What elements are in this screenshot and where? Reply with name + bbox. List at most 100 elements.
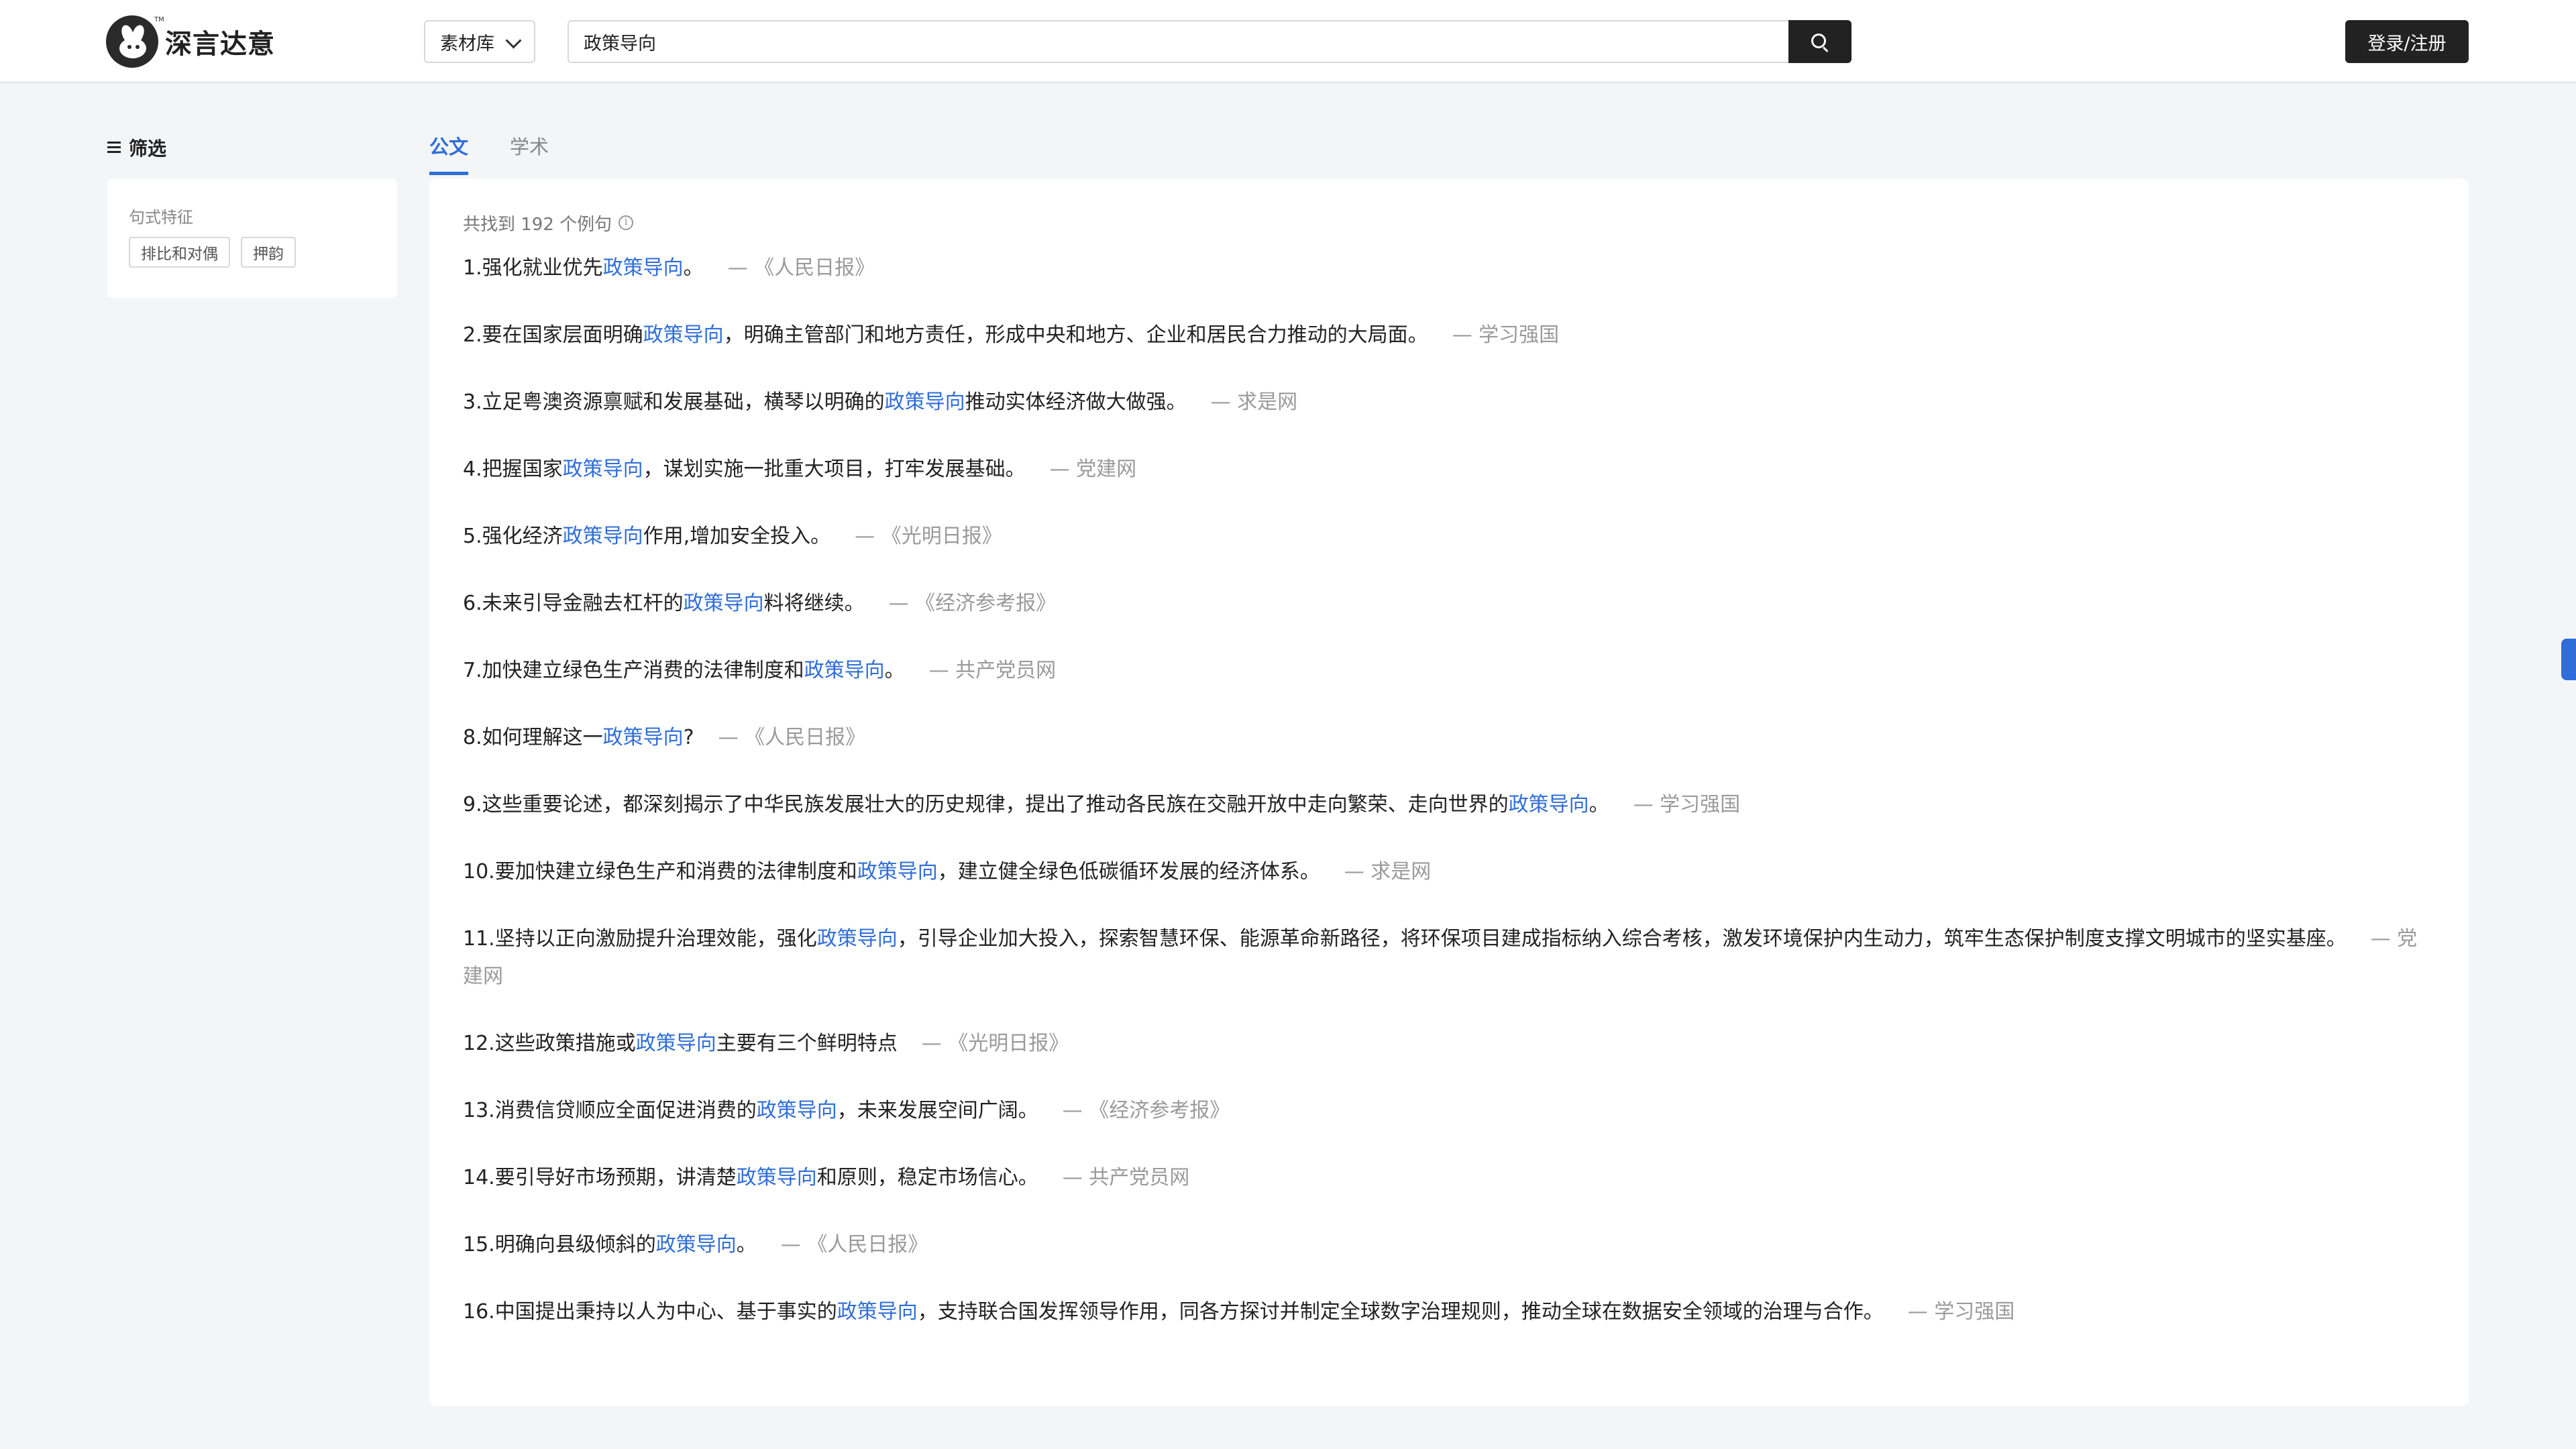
- list-item[interactable]: 9.这些重要论述，都深刻揭示了中华民族发展壮大的历史规律，提出了推动各民族在交融…: [463, 786, 2435, 824]
- result-keyword-highlight[interactable]: 政策导向: [603, 256, 684, 280]
- list-item[interactable]: 1.强化就业优先政策导向。 — 《人民日报》: [463, 250, 2435, 287]
- result-text-after: ，引导企业加大投入，探索智慧环保、能源革命新路径，将环保项目建成指标纳入综合考核…: [897, 927, 2347, 951]
- result-source[interactable]: — 《经济参考报》: [889, 592, 1057, 615]
- filter-panel: 句式特征 排比和对偶 押韵: [107, 178, 397, 298]
- result-keyword-highlight[interactable]: 政策导向: [757, 1099, 837, 1122]
- list-item[interactable]: 15.明确向县级倾斜的政策导向。 — 《人民日报》: [463, 1226, 2435, 1264]
- result-source[interactable]: — 党建网: [1050, 458, 1137, 481]
- result-count: 共找到 192 个例句: [463, 211, 2435, 235]
- filter-title: 筛选: [107, 134, 166, 161]
- result-text-before: 立足粤澳资源禀赋和发展基础，横琴以明确的: [482, 390, 885, 414]
- filter-group-label: 句式特征: [129, 208, 193, 227]
- result-source[interactable]: — 《光明日报》: [855, 525, 1002, 548]
- result-keyword-highlight[interactable]: 政策导向: [636, 1032, 716, 1055]
- result-number: 10.: [463, 860, 495, 883]
- result-source[interactable]: — 共产党员网: [929, 659, 1057, 682]
- result-text-before: 要加快建立绿色生产和消费的法律制度和: [494, 860, 857, 883]
- result-source[interactable]: — 共产党员网: [1063, 1166, 1190, 1189]
- result-number: 6.: [463, 592, 482, 615]
- result-source[interactable]: — 求是网: [1211, 390, 1298, 414]
- list-item[interactable]: 12.这些政策措施或政策导向主要有三个鲜明特点 — 《光明日报》: [463, 1025, 2435, 1063]
- result-text-after: ，谋划实施一批重大项目，打牢发展基础。: [643, 458, 1026, 481]
- result-text-before: 坚持以正向激励提升治理效能，强化: [494, 927, 817, 951]
- result-keyword-highlight[interactable]: 政策导向: [885, 390, 965, 414]
- result-number: 8.: [463, 726, 482, 749]
- filter-tag-rhyme[interactable]: 押韵: [241, 237, 296, 268]
- category-tabs: 公文 学术: [429, 131, 549, 175]
- result-text-before: 加快建立绿色生产消费的法律制度和: [482, 659, 804, 682]
- list-item[interactable]: 6.未来引导金融去杠杆的政策导向料将继续。 — 《经济参考报》: [463, 585, 2435, 623]
- result-count-text: 共找到 192 个例句: [463, 214, 612, 235]
- result-keyword-highlight[interactable]: 政策导向: [656, 1233, 737, 1256]
- result-text-after: 。: [736, 1233, 757, 1256]
- result-keyword-highlight[interactable]: 政策导向: [837, 1300, 918, 1324]
- result-number: 13.: [463, 1099, 495, 1122]
- result-source[interactable]: — 《经济参考报》: [1063, 1099, 1230, 1122]
- result-source[interactable]: — 学习强国: [1452, 323, 1560, 347]
- result-text-before: 中国提出秉持以人为中心、基于事实的: [494, 1300, 837, 1324]
- trademark-mark: TM: [154, 16, 164, 23]
- result-keyword-highlight[interactable]: 政策导向: [563, 458, 643, 481]
- result-number: 1.: [463, 256, 482, 280]
- result-keyword-highlight[interactable]: 政策导向: [603, 726, 684, 749]
- result-text-after: 主要有三个鲜明特点: [716, 1032, 898, 1055]
- result-text-after: ，建立健全绿色低碳循环发展的经济体系。: [937, 860, 1320, 883]
- list-item[interactable]: 4.把握国家政策导向，谋划实施一批重大项目，打牢发展基础。 — 党建网: [463, 451, 2435, 488]
- list-item[interactable]: 5.强化经济政策导向作用,增加安全投入。 — 《光明日报》: [463, 518, 2435, 555]
- category-select-value: 素材库: [440, 33, 494, 54]
- result-keyword-highlight[interactable]: 政策导向: [817, 927, 898, 951]
- result-text-after: ，未来发展空间广阔。: [837, 1099, 1038, 1122]
- tab-official-documents[interactable]: 公文: [429, 131, 469, 175]
- result-number: 2.: [463, 323, 482, 347]
- result-source[interactable]: — 《人民日报》: [781, 1233, 928, 1256]
- info-icon[interactable]: [619, 215, 634, 230]
- result-source[interactable]: — 《人民日报》: [728, 256, 875, 280]
- result-text-after: 作用,增加安全投入。: [643, 525, 831, 548]
- result-text-after: 。: [884, 659, 905, 682]
- result-keyword-highlight[interactable]: 政策导向: [857, 860, 938, 883]
- filter-tags: 排比和对偶 押韵: [129, 237, 376, 268]
- result-text-before: 把握国家: [482, 458, 563, 481]
- result-text-after: 。: [1589, 793, 1609, 816]
- filter-tag-parallelism[interactable]: 排比和对偶: [129, 237, 230, 268]
- login-register-button[interactable]: 登录/注册: [2345, 20, 2469, 63]
- result-number: 12.: [463, 1032, 495, 1055]
- results-panel: 共找到 192 个例句 1.强化就业优先政策导向。— 《人民日报》 2.要在国家层…: [429, 178, 2469, 1406]
- result-source[interactable]: — 学习强国: [1908, 1300, 2015, 1324]
- result-keyword-highlight[interactable]: 政策导向: [737, 1166, 817, 1189]
- result-text-after: 推动实体经济做大做强。: [965, 390, 1187, 414]
- result-number: 7.: [463, 659, 482, 682]
- list-item[interactable]: 16.中国提出秉持以人为中心、基于事实的政策导向，支持联合国发挥领导作用，同各方…: [463, 1293, 2435, 1331]
- result-source[interactable]: — 求是网: [1344, 860, 1432, 883]
- result-source[interactable]: — 学习强国: [1633, 793, 1741, 816]
- list-item[interactable]: 13.消费信贷顺应全面促进消费的政策导向，未来发展空间广阔。 — 《经济参考报》: [463, 1092, 2435, 1130]
- category-select[interactable]: 素材库: [424, 20, 535, 63]
- list-item[interactable]: 8.如何理解这一政策导向? — 《人民日报》: [463, 719, 2435, 757]
- result-text-before: 未来引导金融去杠杆的: [482, 592, 684, 615]
- list-item[interactable]: 2.要在国家层面明确政策导向，明确主管部门和地方责任，形成中央和地方、企业和居民…: [463, 317, 2435, 354]
- result-text-before: 要引导好市场预期，讲清楚: [494, 1166, 737, 1189]
- result-keyword-highlight[interactable]: 政策导向: [684, 592, 764, 615]
- list-item[interactable]: 7.加快建立绿色生产消费的法律制度和政策导向。 — 共产党员网: [463, 652, 2435, 690]
- logo[interactable]: TM 深言达意: [106, 15, 275, 68]
- result-number: 4.: [463, 458, 482, 481]
- result-source[interactable]: — 《光明日报》: [922, 1032, 1069, 1055]
- result-number: 9.: [463, 793, 482, 816]
- result-keyword-highlight[interactable]: 政策导向: [1509, 793, 1589, 816]
- side-feedback-tab[interactable]: [2561, 639, 2576, 680]
- tab-academic[interactable]: 学术: [510, 131, 549, 175]
- search-input[interactable]: [568, 20, 1790, 63]
- result-keyword-highlight[interactable]: 政策导向: [643, 323, 724, 347]
- result-text-before: 要在国家层面明确: [482, 323, 643, 347]
- result-keyword-highlight[interactable]: 政策导向: [804, 659, 885, 682]
- chevron-down-icon: [505, 32, 522, 49]
- result-number: 16.: [463, 1300, 495, 1324]
- result-keyword-highlight[interactable]: 政策导向: [563, 525, 643, 548]
- search-button[interactable]: [1788, 20, 1851, 63]
- list-item[interactable]: 10.要加快建立绿色生产和消费的法律制度和政策导向，建立健全绿色低碳循环发展的经…: [463, 853, 2435, 891]
- list-item[interactable]: 3.立足粤澳资源禀赋和发展基础，横琴以明确的政策导向推动实体经济做大做强。 — 求…: [463, 384, 2435, 421]
- list-item[interactable]: 11.坚持以正向激励提升治理效能，强化政策导向，引导企业加大投入，探索智慧环保、…: [463, 920, 2435, 996]
- result-text-before: 这些政策措施或: [494, 1032, 636, 1055]
- result-source[interactable]: — 《人民日报》: [718, 726, 866, 749]
- list-item[interactable]: 14.要引导好市场预期，讲清楚政策导向和原则，稳定市场信心。 — 共产党员网: [463, 1159, 2435, 1197]
